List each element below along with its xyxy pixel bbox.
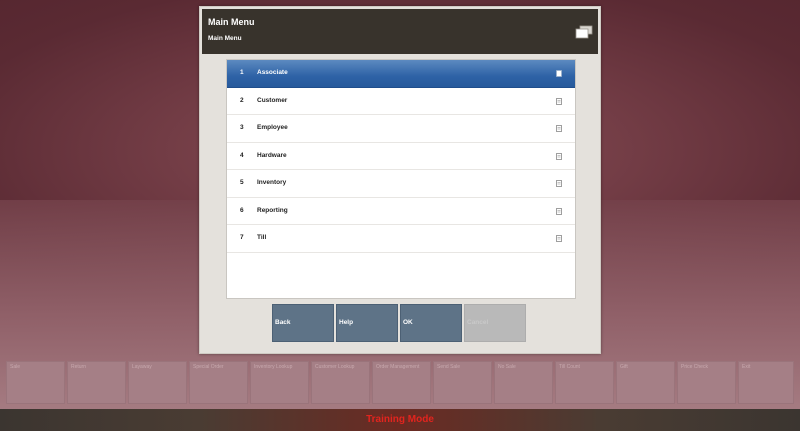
function-key: Sale <box>6 361 65 404</box>
ok-button[interactable]: OK <box>400 304 462 342</box>
menu-item-label: Till <box>257 234 267 241</box>
function-key: Send Sale <box>433 361 492 404</box>
menu-item-customer[interactable]: 2 Customer <box>227 88 575 115</box>
function-key: Order Management <box>372 361 431 404</box>
function-key: Price Check <box>677 361 736 404</box>
cancel-button: Cancel <box>464 304 526 342</box>
function-key: Till Count <box>555 361 614 404</box>
function-key: Special Order <box>189 361 248 404</box>
menu-item-reporting[interactable]: 6 Reporting <box>227 198 575 225</box>
function-key: No Sale <box>494 361 553 404</box>
menu-item-number: 6 <box>240 206 244 214</box>
menu-item-label: Associate <box>257 69 288 76</box>
document-icon <box>556 125 562 132</box>
status-bar: Training Mode <box>0 409 800 431</box>
copy-windows-icon <box>575 25 593 39</box>
document-icon <box>556 97 562 105</box>
back-button[interactable]: Back <box>272 304 334 342</box>
menu-item-label: Employee <box>257 124 288 131</box>
dialog-header: Main Menu Main Menu <box>202 9 598 54</box>
dialog-title: Main Menu <box>208 17 255 27</box>
document-icon <box>556 70 562 77</box>
function-key: Customer Lookup <box>311 361 370 404</box>
training-mode-label: Training Mode <box>366 414 434 425</box>
help-button[interactable]: Help <box>336 304 398 342</box>
document-icon <box>556 152 562 160</box>
menu-item-number: 4 <box>240 151 244 159</box>
menu-item-inventory[interactable]: 5 Inventory <box>227 170 575 198</box>
function-key: Return <box>67 361 126 404</box>
menu-item-label: Customer <box>257 96 288 104</box>
menu-item-hardware[interactable]: 4 Hardware <box>227 143 575 170</box>
function-key: Exit <box>738 361 794 404</box>
menu-item-number: 7 <box>240 234 244 241</box>
menu-item-label: Reporting <box>257 206 288 214</box>
document-icon <box>556 180 562 187</box>
dialog-subtitle: Main Menu <box>208 35 242 42</box>
function-key: Inventory Lookup <box>250 361 309 404</box>
menu-item-number: 1 <box>240 69 244 76</box>
document-icon <box>556 207 562 215</box>
menu-item-label: Inventory <box>257 179 287 186</box>
menu-item-employee[interactable]: 3 Employee <box>227 115 575 143</box>
menu-item-number: 3 <box>240 124 244 131</box>
function-key: Layaway <box>128 361 187 404</box>
menu-item-number: 2 <box>240 96 244 104</box>
menu-item-till[interactable]: 7 Till <box>227 225 575 253</box>
menu-list: 1 Associate 2 Customer 3 Employee 4 Hard… <box>226 59 576 299</box>
menu-item-associate[interactable]: 1 Associate <box>227 60 575 88</box>
main-menu-dialog: Main Menu Main Menu 1 Associate 2 Custom… <box>199 6 601 354</box>
function-key: Gift <box>616 361 675 404</box>
menu-item-number: 5 <box>240 179 244 186</box>
document-icon <box>556 235 562 242</box>
menu-item-label: Hardware <box>257 151 287 159</box>
